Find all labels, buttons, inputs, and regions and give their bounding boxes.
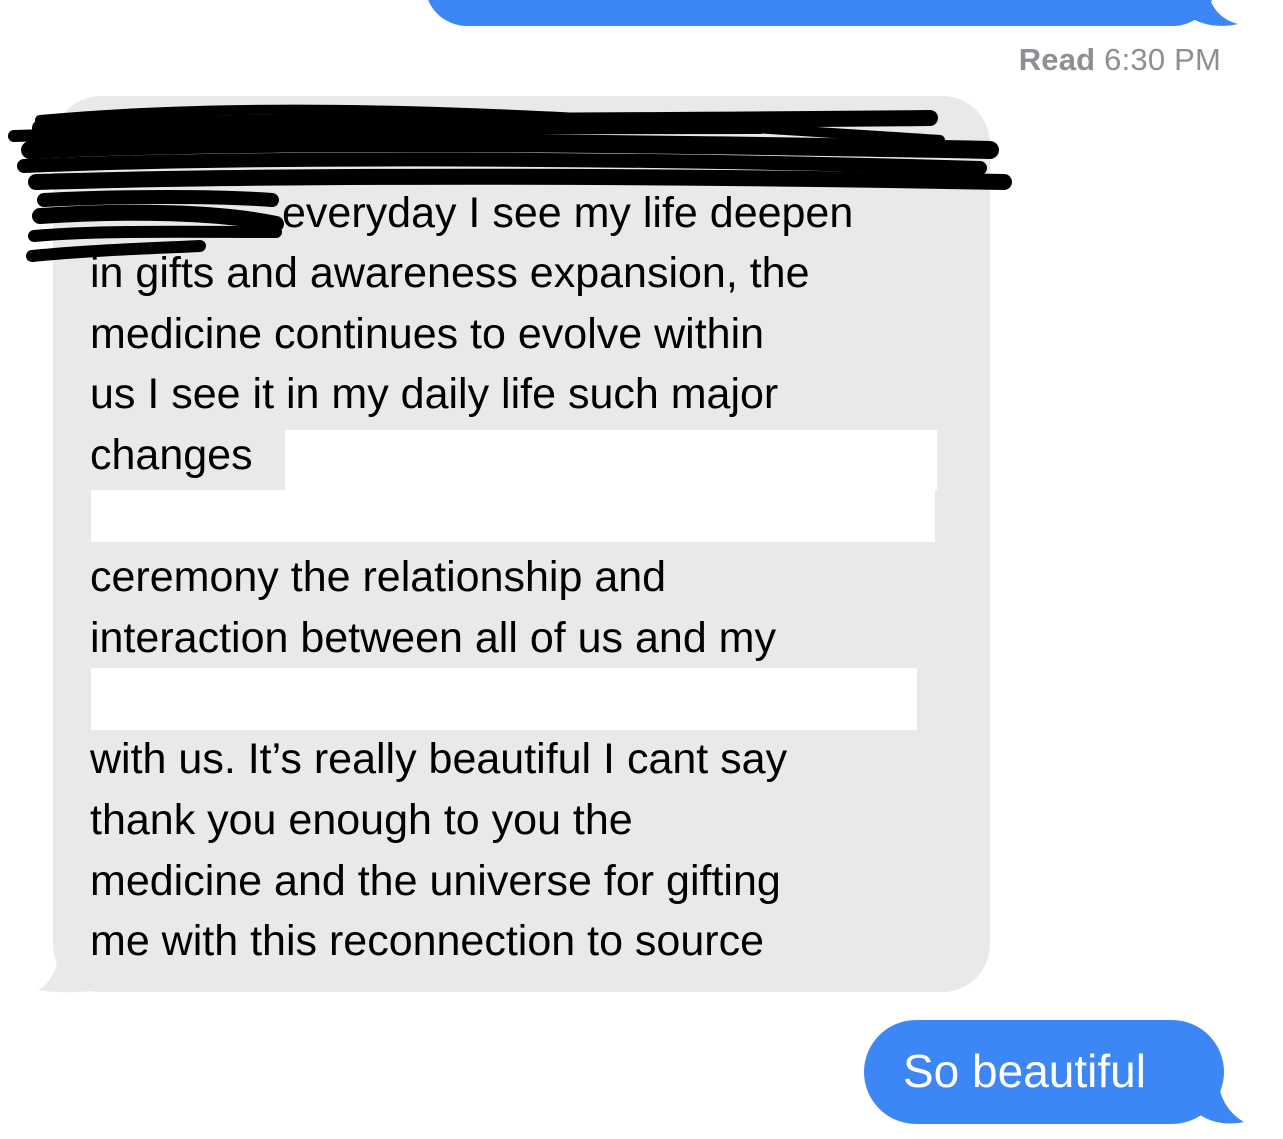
incoming-message-bubble-tail <box>38 950 96 993</box>
outgoing-message-text: So beautiful <box>903 1045 1146 1097</box>
redaction-box <box>91 490 935 542</box>
message-line: interaction between all of us and my <box>90 614 777 662</box>
redaction-box <box>285 430 937 490</box>
message-line: medicine and the universe for gifting <box>90 857 781 905</box>
message-line: us I see it in my daily life such major <box>90 370 779 418</box>
message-line: ceremony the relationship and <box>90 553 667 601</box>
message-line: medicine continues to evolve within <box>90 310 765 358</box>
message-line: thank you enough to you the <box>90 796 633 844</box>
redaction-box <box>91 668 917 730</box>
message-line: me with this reconnection to source <box>90 917 764 965</box>
message-line: changes <box>90 431 253 479</box>
message-line: with us. It’s really beautiful I cant sa… <box>90 735 788 783</box>
marker-scribble-redaction <box>8 104 1012 262</box>
outgoing-message-bubble-tail <box>1196 1080 1244 1124</box>
